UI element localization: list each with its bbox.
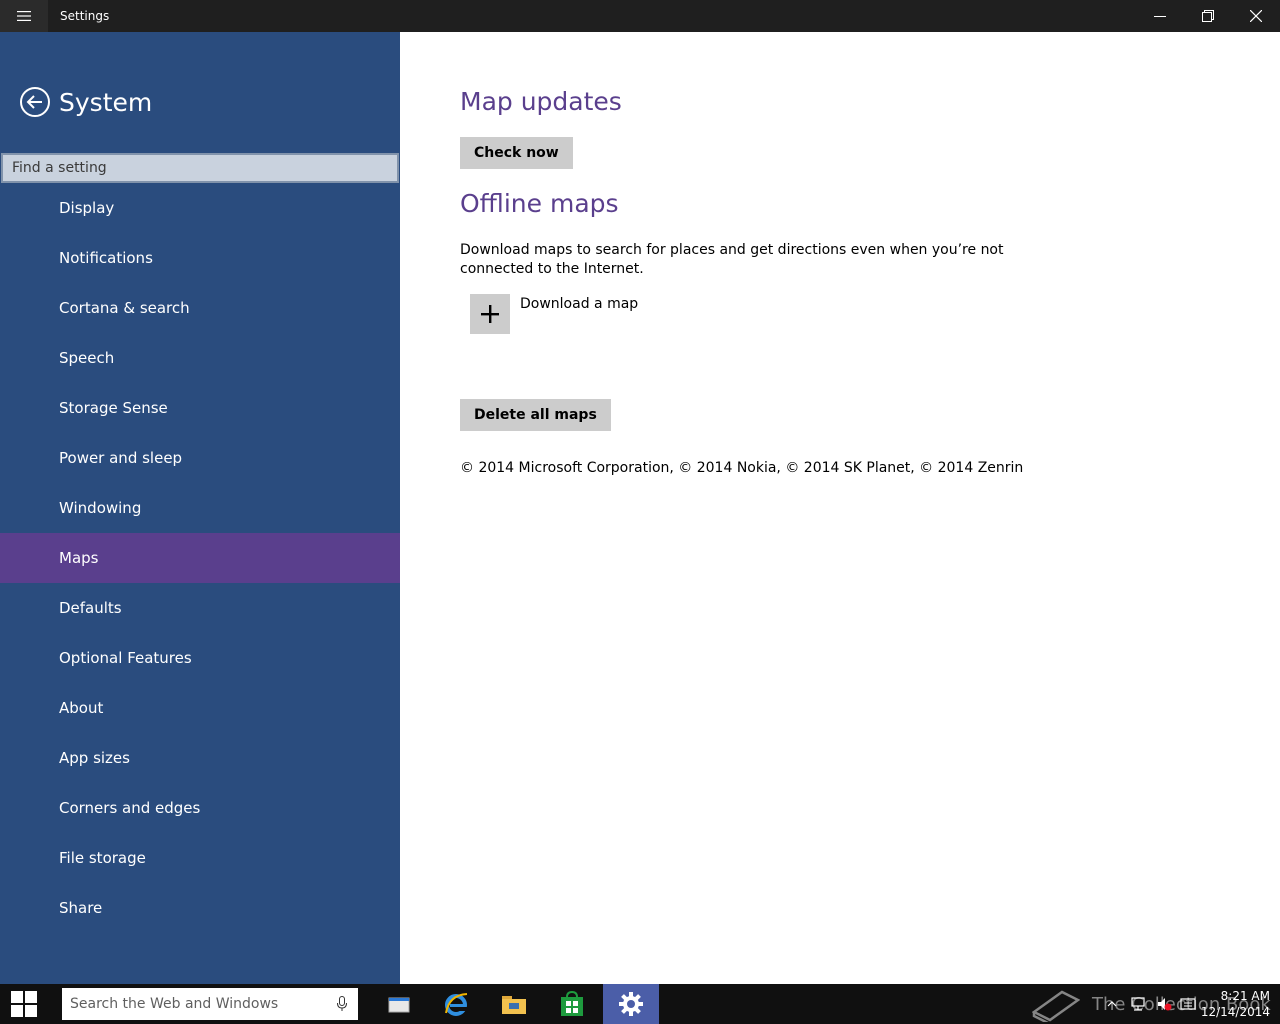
sidebar-item-corners-edges[interactable]: Corners and edges: [0, 783, 400, 833]
download-map-label[interactable]: Download a map: [520, 296, 638, 312]
volume-muted-icon[interactable]: [1156, 996, 1172, 1012]
map-updates-heading: Map updates: [460, 87, 622, 116]
sidebar-item-about[interactable]: About: [0, 683, 400, 733]
sidebar-item-optional-features[interactable]: Optional Features: [0, 633, 400, 683]
sidebar-item-power-sleep[interactable]: Power and sleep: [0, 433, 400, 483]
offline-maps-heading: Offline maps: [460, 189, 619, 218]
internet-explorer-button[interactable]: [428, 984, 484, 1024]
window-title: Settings: [60, 9, 110, 23]
check-now-button[interactable]: Check now: [460, 137, 573, 169]
title-bar: Settings: [0, 0, 1280, 32]
store-bag-icon: [561, 991, 583, 1016]
file-explorer-button[interactable]: [486, 984, 542, 1024]
nav-list: Display Notifications Cortana & search S…: [0, 183, 400, 933]
restore-button[interactable]: [1184, 0, 1232, 32]
sidebar-item-file-storage[interactable]: File storage: [0, 833, 400, 883]
section-title: System: [59, 87, 153, 117]
gear-icon: [619, 992, 643, 1016]
sidebar-item-notifications[interactable]: Notifications: [0, 233, 400, 283]
close-icon: [1250, 10, 1262, 22]
clock-time: 8:21 AM: [1220, 989, 1270, 1003]
task-view-icon: [388, 997, 410, 1013]
taskbar: Search the Web and Windows The Collectio…: [0, 984, 1280, 1024]
back-arrow-icon[interactable]: [19, 86, 51, 118]
clock-date: 12/14/2014: [1200, 1005, 1270, 1019]
find-setting-input[interactable]: Find a setting: [1, 153, 399, 183]
start-button[interactable]: [0, 984, 48, 1024]
back-row: System: [19, 84, 152, 120]
sidebar-item-app-sizes[interactable]: App sizes: [0, 733, 400, 783]
delete-all-maps-button[interactable]: Delete all maps: [460, 399, 611, 431]
sidebar-item-windowing[interactable]: Windowing: [0, 483, 400, 533]
minimize-button[interactable]: [1136, 0, 1184, 32]
network-icon[interactable]: [1130, 996, 1146, 1012]
sidebar-item-storage-sense[interactable]: Storage Sense: [0, 383, 400, 433]
windows-logo-icon: [11, 991, 37, 1017]
restore-icon: [1202, 10, 1214, 22]
download-map-button[interactable]: [470, 294, 510, 334]
close-button[interactable]: [1232, 0, 1280, 32]
find-setting-placeholder: Find a setting: [12, 160, 107, 176]
sidebar-item-cortana-search[interactable]: Cortana & search: [0, 283, 400, 333]
taskbar-search-placeholder: Search the Web and Windows: [70, 996, 279, 1012]
action-center-icon[interactable]: [1180, 996, 1196, 1012]
sidebar-item-speech[interactable]: Speech: [0, 333, 400, 383]
taskbar-clock[interactable]: 8:21 AM 12/14/2014: [1200, 988, 1270, 1020]
microphone-icon[interactable]: [336, 996, 348, 1012]
sidebar-item-maps[interactable]: Maps: [0, 533, 400, 583]
sidebar-item-defaults[interactable]: Defaults: [0, 583, 400, 633]
hamburger-menu-button[interactable]: [0, 0, 48, 32]
chevron-up-icon[interactable]: [1104, 996, 1120, 1012]
book-icon: [1032, 990, 1080, 1022]
main-content: Map updates Check now Offline maps Downl…: [400, 32, 1280, 984]
plus-icon: [481, 305, 499, 323]
taskbar-search-input[interactable]: Search the Web and Windows: [62, 988, 358, 1020]
copyright-text: © 2014 Microsoft Corporation, © 2014 Nok…: [460, 460, 1024, 476]
sidebar: System Find a setting Display Notificati…: [0, 32, 400, 984]
task-view-button[interactable]: [371, 984, 427, 1024]
system-tray: [1100, 984, 1196, 1024]
sidebar-item-display[interactable]: Display: [0, 183, 400, 233]
folder-icon: [502, 996, 526, 1014]
sidebar-item-share[interactable]: Share: [0, 883, 400, 933]
hamburger-icon: [17, 11, 31, 21]
offline-maps-description: Download maps to search for places and g…: [460, 242, 1004, 277]
settings-app-button[interactable]: [603, 984, 659, 1024]
internet-explorer-icon: [445, 993, 468, 1016]
minimize-icon: [1154, 16, 1166, 17]
store-button[interactable]: [544, 984, 600, 1024]
